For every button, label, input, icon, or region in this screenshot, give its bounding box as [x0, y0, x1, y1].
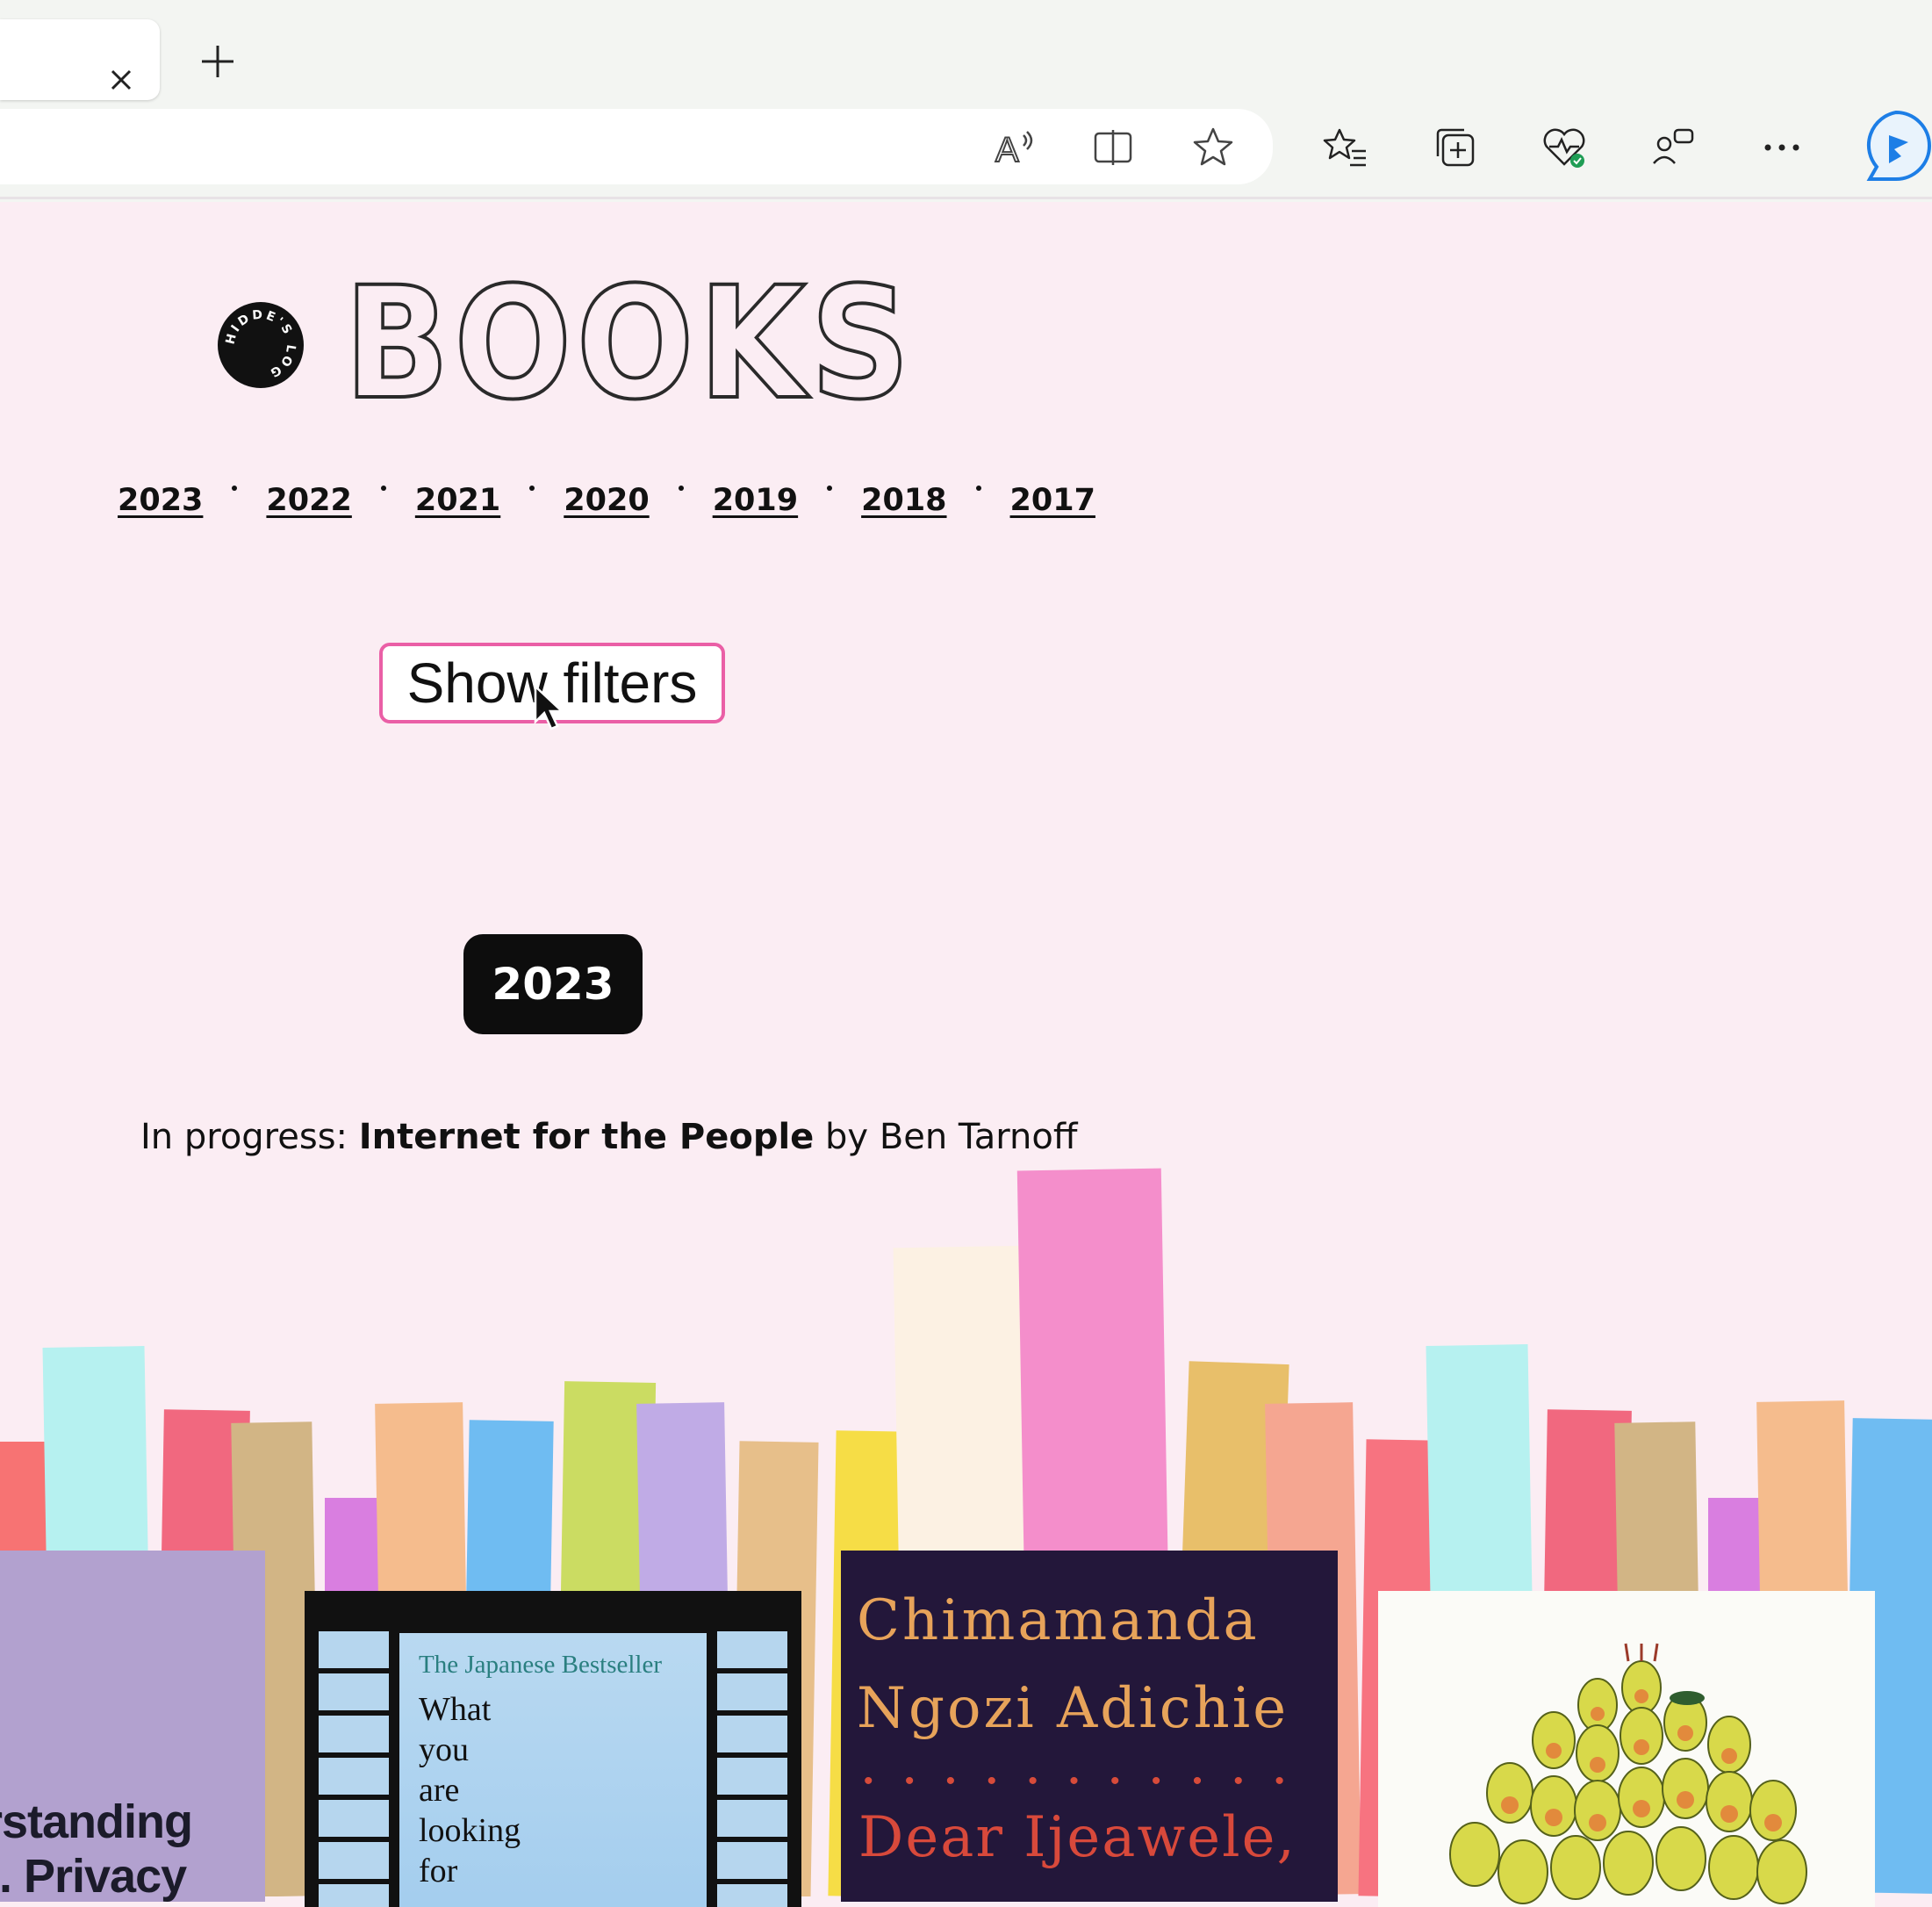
read-aloud-icon[interactable]: A	[988, 121, 1041, 174]
svg-text:HIDDE'S LOG: HIDDE'S LOG	[223, 308, 298, 381]
cover-dots-decoration: • • • • • • • • • • •	[864, 1767, 1296, 1795]
split-screen-icon[interactable]	[1087, 121, 1139, 174]
book-cover-author: Chimamanda Ngozi Adichie	[857, 1588, 1289, 1741]
book-cover-text: rstanding -. Privacy	[0, 1795, 193, 1902]
book-cover-title: Dear Ijeawele,	[858, 1805, 1296, 1870]
plus-icon	[202, 46, 233, 77]
year-nav-separator	[380, 486, 386, 491]
in-progress-by: by	[814, 1117, 880, 1157]
year-link-2018[interactable]: 2018	[861, 483, 946, 518]
cover-window-frame	[319, 1626, 399, 1907]
year-navigation: 2023 2022 2021 2020 2019 2018 2017	[118, 479, 1095, 522]
more-icon[interactable]	[1756, 121, 1808, 174]
browser-toolbar: A	[0, 107, 1932, 197]
year-link-2017[interactable]: 2017	[1010, 483, 1095, 518]
address-bar[interactable]	[0, 109, 1273, 184]
svg-text:A: A	[995, 131, 1019, 169]
site-logo[interactable]: HIDDE'S LOG	[218, 302, 304, 388]
book-cover-dear-ijeawele[interactable]: Chimamanda Ngozi Adichie • • • • • • • •…	[841, 1551, 1338, 1902]
book-cover-avocado-illustration[interactable]	[1378, 1591, 1875, 1907]
year-nav-separator	[975, 486, 981, 491]
in-progress-author: Ben Tarnoff	[879, 1117, 1078, 1157]
year-link-2020[interactable]: 2020	[564, 483, 649, 518]
year-heading-badge: 2023	[463, 934, 643, 1034]
browser-tab[interactable]	[0, 19, 160, 100]
close-icon	[111, 69, 132, 90]
year-nav-separator	[678, 486, 684, 491]
year-link-2019[interactable]: 2019	[713, 483, 798, 518]
book-cover-japanese-bestseller[interactable]: The Japanese Bestseller What you are loo…	[305, 1591, 801, 1907]
avocado-crowd-illustration	[1449, 1643, 1807, 1904]
browser-essentials-icon[interactable]	[1538, 121, 1591, 174]
favorites-icon[interactable]	[1318, 121, 1371, 174]
year-nav-separator	[232, 486, 238, 491]
in-progress-book-title[interactable]: Internet for the People	[359, 1117, 815, 1157]
svg-text:BOOKS: BOOKS	[344, 263, 915, 421]
browser-chrome: A	[0, 0, 1932, 202]
in-progress-text: In progress: Internet for the People by …	[140, 1117, 1077, 1157]
year-link-2023[interactable]: 2023	[118, 483, 203, 518]
in-progress-prefix: In progress:	[140, 1117, 359, 1157]
year-nav-separator	[529, 486, 535, 491]
mouse-cursor-icon	[534, 685, 564, 730]
cover-window-frame	[707, 1626, 787, 1907]
book-cover-privacy[interactable]: rstanding -. Privacy	[0, 1551, 265, 1902]
new-tab-button[interactable]	[195, 39, 241, 84]
book-cover-subtitle: The Japanese Bestseller	[419, 1651, 663, 1679]
year-link-2021[interactable]: 2021	[415, 483, 500, 518]
collections-icon[interactable]	[1429, 121, 1482, 174]
page-title: BOOKS	[344, 263, 915, 421]
year-nav-separator	[827, 486, 833, 491]
year-link-2022[interactable]: 2022	[266, 483, 351, 518]
bing-chat-icon[interactable]	[1859, 109, 1932, 188]
add-favorite-icon[interactable]	[1187, 121, 1239, 174]
toolbar-divider	[0, 197, 1932, 199]
book-cover-title: What you are looking for	[419, 1691, 521, 1889]
close-tab-button[interactable]	[104, 62, 139, 97]
feedback-icon[interactable]	[1647, 121, 1699, 174]
